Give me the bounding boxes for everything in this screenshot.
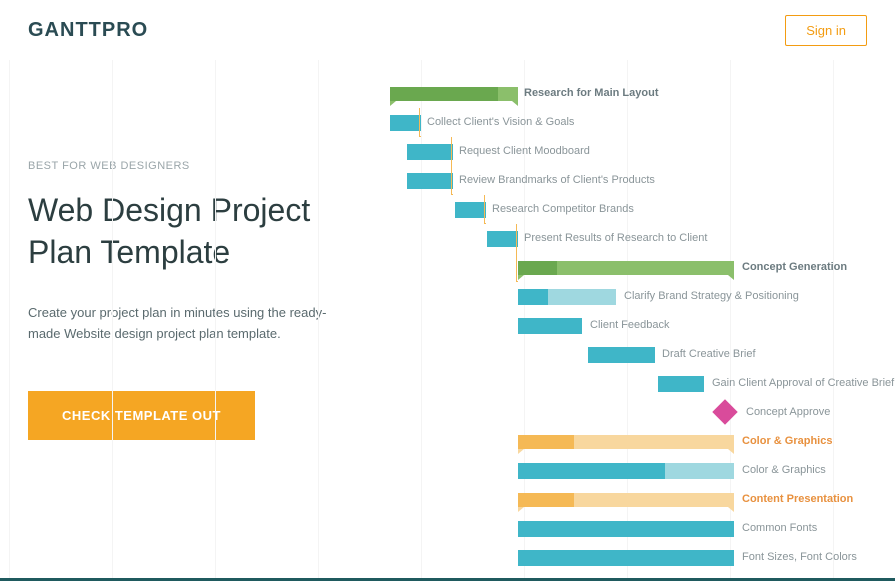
gantt-row: Content Presentation	[0, 486, 895, 515]
row-label: Review Brandmarks of Client's Products	[459, 174, 655, 186]
row-label: Client Feedback	[590, 319, 670, 331]
progress-fill	[518, 493, 574, 507]
row-label: Content Presentation	[742, 493, 853, 505]
gantt-row: Concept Generation	[0, 254, 895, 283]
progress-fill	[658, 376, 704, 392]
gantt-row: Research Competitor Brands	[0, 196, 895, 225]
gantt-row: Review Brandmarks of Client's Products	[0, 167, 895, 196]
progress-fill	[518, 435, 574, 449]
row-label: Font Sizes, Font Colors	[742, 551, 857, 563]
progress-fill	[588, 347, 655, 363]
milestone-icon	[712, 399, 737, 424]
row-label: Research Competitor Brands	[492, 203, 634, 215]
progress-fill	[518, 289, 548, 305]
row-label: Research for Main Layout	[524, 87, 658, 99]
row-label: Draft Creative Brief	[662, 348, 756, 360]
progress-fill	[518, 550, 734, 566]
gantt-row: Draft Creative Brief	[0, 341, 895, 370]
logo: GANTTPRO	[28, 19, 148, 42]
row-label: Present Results of Research to Client	[524, 232, 707, 244]
progress-fill	[390, 87, 498, 101]
row-label: Color & Graphics	[742, 435, 832, 447]
row-label: Color & Graphics	[742, 464, 826, 476]
gantt-row: Research for Main Layout	[0, 80, 895, 109]
task-bar[interactable]	[518, 521, 734, 537]
row-label: Collect Client's Vision & Goals	[427, 116, 574, 128]
gantt-row: Gain Client Approval of Creative Brief	[0, 370, 895, 399]
progress-fill	[518, 261, 557, 275]
row-label: Concept Generation	[742, 261, 847, 273]
progress-fill	[518, 318, 582, 334]
gantt-row: Color & Graphics	[0, 428, 895, 457]
gantt-row: Font Sizes, Font Colors	[0, 544, 895, 573]
task-bar[interactable]	[407, 144, 453, 160]
task-bar[interactable]	[518, 318, 582, 334]
task-bar[interactable]	[588, 347, 655, 363]
group-bar[interactable]	[518, 493, 734, 507]
progress-fill	[407, 173, 453, 189]
gantt-row: Concept Approve	[0, 399, 895, 428]
progress-fill	[390, 115, 421, 131]
progress-fill	[518, 521, 734, 537]
task-bar[interactable]	[390, 115, 421, 131]
task-bar[interactable]	[518, 289, 616, 305]
task-bar[interactable]	[407, 173, 453, 189]
gantt-row: Present Results of Research to Client	[0, 225, 895, 254]
progress-fill	[455, 202, 486, 218]
gantt-row: Common Fonts	[0, 515, 895, 544]
progress-fill	[518, 463, 665, 479]
signin-button[interactable]: Sign in	[785, 15, 867, 46]
gantt-row: Client Feedback	[0, 312, 895, 341]
row-label: Gain Client Approval of Creative Brief	[712, 377, 894, 389]
row-label: Clarify Brand Strategy & Positioning	[624, 290, 799, 302]
gantt-row: Collect Client's Vision & Goals	[0, 109, 895, 138]
row-label: Common Fonts	[742, 522, 817, 534]
gantt-row: Request Client Moodboard	[0, 138, 895, 167]
gantt-chart: Research for Main Layout Collect Client's…	[0, 80, 895, 573]
task-bar[interactable]	[455, 202, 486, 218]
task-bar[interactable]	[518, 550, 734, 566]
gantt-row: Color & Graphics	[0, 457, 895, 486]
group-bar[interactable]	[518, 261, 734, 275]
progress-fill	[407, 144, 453, 160]
progress-fill	[487, 231, 518, 247]
row-label: Concept Approve	[746, 406, 830, 418]
task-bar[interactable]	[518, 463, 734, 479]
task-bar[interactable]	[487, 231, 518, 247]
row-label: Request Client Moodboard	[459, 145, 590, 157]
gantt-row: Clarify Brand Strategy & Positioning	[0, 283, 895, 312]
group-bar[interactable]	[518, 435, 734, 449]
group-bar[interactable]	[390, 87, 518, 101]
task-bar[interactable]	[658, 376, 704, 392]
